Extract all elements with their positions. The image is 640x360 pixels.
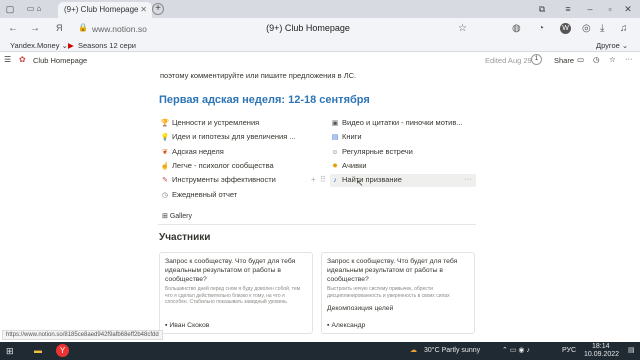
link-meetings[interactable]: ☺ Регулярные встречи (330, 147, 412, 159)
language-indicator[interactable]: РУС (562, 347, 576, 354)
book-icon: ▤ (331, 134, 339, 141)
forward-icon[interactable]: → (30, 23, 40, 34)
intro-text: поэтому комментируйте или пишите предлож… (160, 71, 357, 80)
close-window-icon[interactable]: ✕ (622, 3, 634, 15)
link-videos[interactable]: ▣ Видео и цитатки - пиночки мотив... (330, 118, 463, 130)
card-author: ▪ Александр (327, 322, 366, 329)
bookmark-manager-icon[interactable]: ⧉ (536, 3, 548, 15)
file-explorer-icon[interactable]: ▬ (34, 346, 42, 355)
edited-status: Edited Aug 29 (485, 56, 532, 65)
more-icon[interactable]: ··· (625, 54, 633, 63)
breadcrumb[interactable]: Club Homepage (33, 56, 87, 65)
bookmark-yandex-money[interactable]: Yandex.Money ⌄ (10, 41, 68, 50)
card-description: Выстроить нячую систему привычек, обрест… (327, 286, 450, 299)
extension-icon[interactable]: ◔ (538, 23, 544, 34)
close-tab-icon[interactable]: ✕ (140, 5, 147, 14)
lock-icon: 🔒 (78, 23, 88, 32)
hand-icon: ☝ (160, 163, 170, 170)
people-icon: ☺ (331, 149, 339, 156)
pencil-icon: ✎ (162, 177, 168, 184)
link-daily-report[interactable]: ◷ Ежедневный отчет (160, 190, 237, 202)
sidebar-toggle-icon[interactable]: ☰ (4, 55, 11, 64)
card-author: ▪ Иван Скоков (165, 322, 210, 329)
back-icon[interactable]: ← (8, 23, 18, 34)
note-icon: ♪ (333, 177, 337, 184)
clock-date[interactable]: 10.09.2022 (584, 351, 619, 358)
tab-title: (9+) Club Homepage (64, 5, 139, 14)
link-tools[interactable]: ✎ Инструменты эффективности (160, 175, 276, 187)
star-icon: ✹ (332, 163, 338, 170)
page-icon: ✿ (19, 55, 26, 64)
add-block-icon[interactable]: + (311, 175, 316, 184)
other-bookmarks[interactable]: Другое ⌄ (596, 41, 628, 50)
divider (158, 224, 476, 225)
taskbar: ⊞ ▬ Y ☁ 30°C Partly sunny ⌃ ▭ ◉ ♪ РУС 18… (0, 342, 640, 360)
gallery-card[interactable]: Запрос к сообществу. Что будет для тебя … (321, 252, 475, 334)
address-bar: ← → Я 🔒 www.notion.so (9+) Club Homepage… (0, 18, 640, 40)
card-description: Большинство дней перед сном я буду довол… (165, 286, 301, 305)
gallery-card[interactable]: Запрос к сообществу. Что будет для тебя … (159, 252, 313, 334)
yandex-browser-icon[interactable]: Y (56, 344, 69, 357)
tab-club-homepage[interactable]: (9+) Club Homepage ✕ (58, 2, 152, 18)
bookmark-seasons[interactable]: Seasons 12 сери (78, 41, 136, 50)
link-ideas[interactable]: 💡 Идеи и гипотезы для увеличения ... (160, 132, 296, 144)
link-achievements[interactable]: ✹ Ачивки (330, 161, 367, 173)
yandex-icon[interactable]: Я (56, 23, 63, 33)
maximize-icon[interactable]: ▫ (604, 3, 616, 15)
card-tag: Декомпозиция целей (327, 305, 394, 312)
w-extension-icon[interactable]: W (560, 23, 571, 34)
bookmark-star-icon[interactable]: ☆ (458, 23, 467, 34)
fire-icon: ❦ (162, 149, 168, 156)
video-icon: ▣ (331, 120, 339, 127)
minimize-icon[interactable]: – (584, 3, 596, 15)
lightbulb-icon: 💡 (160, 134, 170, 141)
block-more-icon[interactable]: ··· (464, 174, 472, 183)
link-values[interactable]: 🏆 Ценности и устремления (160, 118, 260, 130)
notifications-icon[interactable]: ♫ (620, 23, 628, 34)
window-icon[interactable]: ▭ ⌂ (20, 3, 48, 15)
new-tab-button[interactable]: + (152, 3, 164, 15)
bookmarks-bar: Yandex.Money ⌄ ▶ Seasons 12 сери Другое … (0, 40, 640, 52)
youtube-icon: ▶ (68, 41, 74, 50)
drag-handle-icon[interactable]: ⠿ (320, 175, 326, 184)
share-button[interactable]: Share (554, 56, 574, 65)
favorite-icon[interactable]: ☆ (609, 55, 616, 64)
windows-start-icon[interactable]: ⊞ (6, 346, 14, 357)
comment-icon[interactable]: ▭ (577, 55, 584, 64)
trophy-icon: 🏆 (160, 120, 170, 127)
tab-gallery[interactable]: ⊞ Gallery (162, 212, 192, 220)
browser-tab-bar: ▢ ▭ ⌂ (9+) Club Homepage ✕ + ⧉ ≡ – ▫ ✕ (0, 0, 640, 18)
card-question: Запрос к сообществу. Что будет для тебя … (165, 258, 296, 283)
week-heading: Первая адская неделя: 12-18 сентября (159, 94, 370, 106)
download-icon[interactable]: ⤓ (600, 23, 604, 34)
collections-icon[interactable]: ◎ (582, 23, 591, 34)
mouse-cursor-icon: ↖ (356, 178, 364, 188)
tray-icons[interactable]: ⌃ ▭ ◉ ♪ (502, 346, 530, 354)
page-title: (9+) Club Homepage (266, 23, 350, 33)
link-hell-week[interactable]: ❦ Адская неделя (160, 147, 224, 159)
menu-icon[interactable]: ≡ (562, 3, 574, 15)
history-icon[interactable]: ◷ (593, 55, 600, 64)
page-content: поэтому комментируйте или пишите предлож… (0, 68, 640, 334)
gallery-icon: ⊞ (162, 213, 170, 220)
clock-time[interactable]: 18:14 (592, 343, 610, 350)
link-find-calling[interactable]: ♪ Найти призвание ··· (330, 174, 476, 187)
user-avatar[interactable]: 1 (531, 54, 542, 65)
weather-text: 30°C Partly sunny (424, 347, 481, 354)
link-books[interactable]: ▤ Книги (330, 132, 362, 144)
status-url: https://www.notion.so/8185ce8aed942f9afb… (2, 330, 163, 340)
tabs-menu-icon[interactable]: ▢ (4, 3, 16, 15)
notion-topbar: ☰ ✿ Club Homepage Edited Aug 29 1 Share … (0, 52, 640, 68)
card-question: Запрос к сообществу. Что будет для тебя … (327, 258, 458, 283)
members-heading: Участники (159, 232, 211, 243)
link-psychologist[interactable]: ☝ Легче - психолог сообщества (160, 161, 274, 173)
clock-icon: ◷ (161, 192, 169, 199)
globe-icon[interactable]: ◍ (512, 23, 521, 34)
weather-icon: ☁ (410, 347, 417, 354)
notification-center-icon[interactable]: ▤ (628, 346, 635, 354)
